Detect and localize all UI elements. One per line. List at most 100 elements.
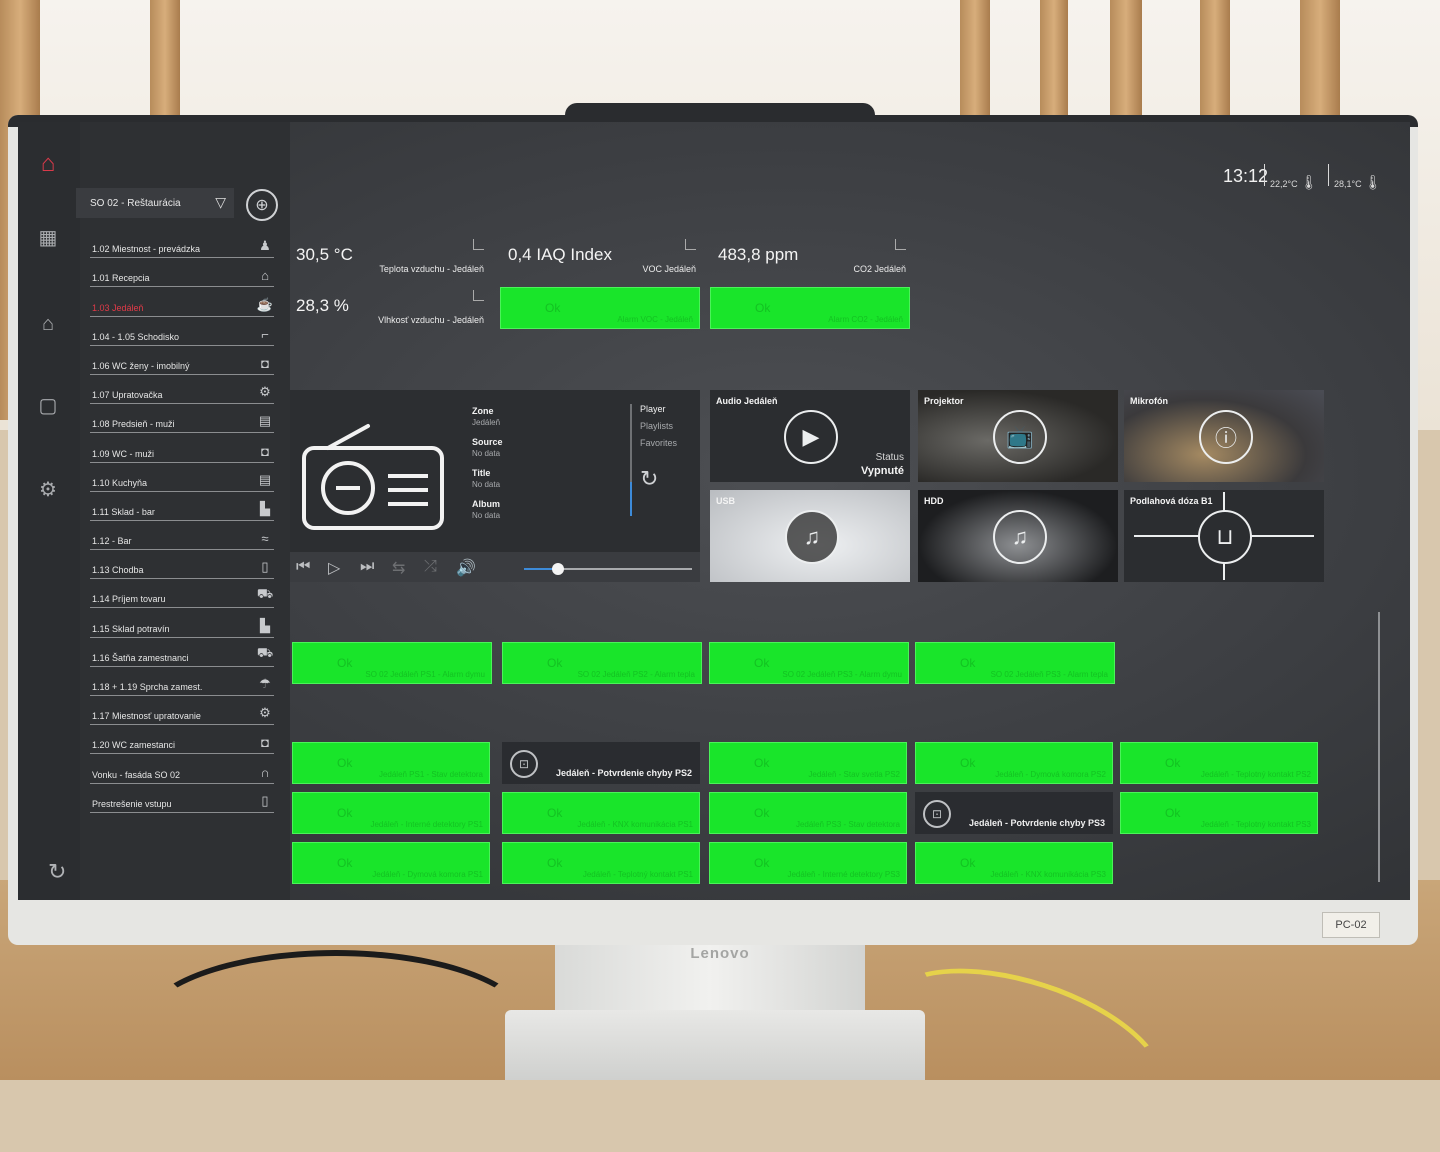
wc-icon: ◘ bbox=[261, 443, 269, 459]
sidebar-item-room[interactable]: 1.12 - Bar ≈ bbox=[90, 521, 274, 551]
menu-scroll-indicator bbox=[630, 482, 632, 516]
sidebar-item-room[interactable]: 1.20 WC zamestanci ◘ bbox=[90, 725, 274, 755]
sidebar-item-room[interactable]: 1.10 Kuchyňa ▤ bbox=[90, 463, 274, 492]
alarm-tile[interactable]: Ok Jedáleň PS3 - Stav detektora bbox=[709, 792, 907, 834]
sidebar-item-room[interactable]: 1.06 WC ženy - imobilný ◘ bbox=[90, 346, 274, 375]
album-value: No data bbox=[472, 511, 501, 520]
alarm-tile[interactable]: ⊡ Jedáleň - Potvrdenie chyby PS2 bbox=[502, 742, 700, 784]
menu-player[interactable]: Player bbox=[640, 404, 666, 414]
sidebar-item-room[interactable]: 1.11 Sklad - bar ▙ bbox=[90, 492, 274, 521]
sidebar-item-label: 1.18 + 1.19 Sprcha zamest. bbox=[92, 682, 203, 692]
alarm-tile[interactable]: Ok Jedáleň - Teplotný kontakt PS1 bbox=[502, 842, 700, 884]
tile-label: Jedáleň - KNX komunikácia PS3 bbox=[990, 870, 1106, 879]
dining-icon: ☕ bbox=[256, 296, 274, 312]
tile-label: Jedáleň - Potvrdenie chyby PS3 bbox=[968, 818, 1105, 828]
zone-select[interactable]: SO 02 - Reštaurácia ▽ bbox=[76, 188, 234, 218]
alarm-tile[interactable]: Ok Jedáleň - KNX komunikácia PS3 bbox=[915, 842, 1113, 884]
tile-state: Ok bbox=[337, 806, 353, 820]
sidebar-item-label: 1.17 Miestnosť upratovanie bbox=[92, 711, 201, 722]
repeat-icon[interactable]: ⇆ bbox=[392, 558, 405, 578]
grid-icon[interactable]: ▦ bbox=[36, 226, 60, 250]
tile-label: Jedáleň - Teplotný kontakt PS2 bbox=[1200, 770, 1311, 779]
sensor-value: 30,5 °C bbox=[296, 245, 353, 264]
alarm-tile[interactable]: Ok Jedáleň - KNX komunikácia PS1 bbox=[502, 792, 700, 834]
sensor-value: 0,4 IAQ Index bbox=[508, 245, 612, 264]
card-floor-box[interactable]: Podlahová dóza B1 ⊔ bbox=[1124, 490, 1324, 582]
alarm-voc-tile[interactable]: Ok Alarm VOC - Jedáleň bbox=[500, 287, 700, 329]
sidebar-item-label: 1.04 - 1.05 Schodisko bbox=[92, 331, 180, 342]
alarm-tile[interactable]: Ok Jedáleň - Interné detektory PS1 bbox=[292, 792, 490, 834]
tile-label: Jedáleň - Teplotný kontakt PS3 bbox=[1200, 820, 1311, 829]
sidebar-item-room[interactable]: 1.16 Šatňa zamestnanci ⛟ bbox=[90, 638, 274, 667]
play-icon[interactable]: ▷ bbox=[328, 558, 340, 578]
asset-label: PC-02 bbox=[1322, 912, 1380, 938]
sidebar-item-room[interactable]: 1.08 Predsieň - muži ▤ bbox=[90, 404, 274, 434]
card-usb[interactable]: USB ♫ bbox=[710, 490, 910, 582]
alarm-tile[interactable]: Ok Jedáleň - Teplotný kontakt PS2 bbox=[1120, 742, 1318, 784]
volume-icon[interactable]: 🔊 bbox=[456, 558, 476, 578]
sidebar-item-room[interactable]: 1.14 Príjem tovaru ⛟ bbox=[90, 579, 274, 609]
kitchen-icon: ▤ bbox=[258, 471, 272, 487]
sidebar-item-room[interactable]: 1.15 Sklad potravín ▙ bbox=[90, 608, 274, 638]
alarm-tile[interactable]: Ok SO 02 Jedáleň PS3 - Alarm dymu bbox=[709, 642, 909, 684]
alarm-tile[interactable]: Ok Jedáleň - Stav svetla PS2 bbox=[709, 742, 907, 784]
alarm-tile[interactable]: Ok Jedáleň - Dymová komora PS1 bbox=[292, 842, 490, 884]
globe-button[interactable]: ⊕ bbox=[246, 189, 278, 221]
card-label: Podlahová dóza B1 bbox=[1130, 496, 1213, 506]
menu-favorites[interactable]: Favorites bbox=[640, 438, 677, 448]
sidebar-item-room[interactable]: 1.03 Jedáleň ☕ bbox=[90, 287, 274, 317]
sidebar-item-label: 1.20 WC zamestanci bbox=[92, 740, 176, 751]
sensor-temperature[interactable]: 30,5 °C Teplota vzduchu - Jedáleň bbox=[290, 237, 490, 277]
cleaning-icon: ⚙ bbox=[259, 384, 271, 400]
sidebar-item-room[interactable]: 1.04 - 1.05 Schodisko ⌐ bbox=[90, 317, 274, 346]
tile-state: Ok bbox=[547, 656, 563, 670]
alarm-tile[interactable]: Ok SO 02 Jedáleň PS2 - Alarm tepla bbox=[502, 642, 702, 684]
alarm-tile[interactable]: Ok Jedáleň PS1 - Stav detektora bbox=[292, 742, 490, 784]
sidebar-item-room[interactable]: 1.09 WC - muži ◘ bbox=[90, 433, 274, 463]
sensor-voc[interactable]: 0,4 IAQ Index VOC Jedáleň bbox=[502, 237, 702, 277]
bell-icon: ⌂ bbox=[261, 268, 269, 284]
card-projector[interactable]: Projektor 📺 bbox=[918, 390, 1118, 482]
tile-label: Jedáleň - Teplotný kontakt PS1 bbox=[582, 870, 693, 879]
sensor-value: 28,3 % bbox=[296, 296, 349, 315]
previous-icon[interactable]: ⏮ bbox=[296, 558, 310, 576]
sensor-humidity[interactable]: 28,3 % Vlhkosť vzduchu - Jedáleň bbox=[290, 288, 490, 328]
shuffle-icon[interactable]: ⤮ bbox=[424, 558, 437, 576]
scrollbar[interactable] bbox=[1378, 612, 1380, 882]
sidebar-item-room[interactable]: 1.02 Miestnost - prevádzka ♟ bbox=[90, 229, 274, 259]
alarm-tile[interactable]: Ok SO 02 Jedáleň PS3 - Alarm tepla bbox=[915, 642, 1115, 684]
storage-icon: ▙ bbox=[260, 617, 270, 633]
volume-slider-handle[interactable] bbox=[551, 563, 564, 575]
tile-label: SO 02 Jedáleň PS3 - Alarm dymu bbox=[782, 670, 902, 679]
sidebar-item-room[interactable]: 1.01 Recepcia ⌂ bbox=[90, 258, 274, 288]
next-icon[interactable]: ⏭ bbox=[360, 558, 374, 576]
gear-icon[interactable]: ⚙ bbox=[36, 478, 60, 502]
home-logo-icon[interactable]: ⌂ bbox=[36, 152, 60, 176]
sidebar-item-room[interactable]: 1.13 Chodba ▯ bbox=[90, 550, 274, 580]
alarm-tile[interactable]: Ok Jedáleň - Dymová komora PS2 bbox=[915, 742, 1113, 784]
sidebar-item-room[interactable]: 1.17 Miestnosť upratovanie ⚙ bbox=[90, 696, 274, 726]
lock-icon[interactable]: ▢ bbox=[36, 394, 60, 418]
sidebar-item-room[interactable]: 1.07 Upratovačka ⚙ bbox=[90, 375, 274, 405]
sidebar-item-room[interactable]: Vonku - fasáda SO 02 ∩ bbox=[90, 754, 274, 784]
player-controls bbox=[290, 552, 700, 582]
menu-playlists[interactable]: Playlists bbox=[640, 421, 673, 431]
card-hdd[interactable]: HDD ♫ bbox=[918, 490, 1118, 582]
alarm-tile[interactable]: Ok SO 02 Jedáleň PS1 - Alarm dymu bbox=[292, 642, 492, 684]
sensor-co2[interactable]: 483,8 ppm CO2 Jedáleň bbox=[712, 237, 912, 277]
sidebar-item-label: 1.14 Príjem tovaru bbox=[92, 594, 166, 605]
alarm-co2-tile[interactable]: Ok Alarm CO2 - Jedáleň bbox=[710, 287, 910, 329]
alarm-tile[interactable]: ⊡ Jedáleň - Potvrdenie chyby PS3 bbox=[915, 792, 1113, 834]
chart-icon bbox=[895, 239, 906, 250]
refresh-icon[interactable]: ↻ bbox=[48, 859, 66, 885]
sidebar-item-room[interactable]: Prestrešenie vstupu ▯ bbox=[90, 784, 274, 813]
card-audio[interactable]: Audio Jedáleň ▶ Status Vypnuté bbox=[710, 390, 910, 482]
house-icon[interactable]: ⌂ bbox=[36, 312, 60, 336]
alarm-tile[interactable]: Ok Jedáleň - Interné detektory PS3 bbox=[709, 842, 907, 884]
card-microphone[interactable]: Mikrofón ⓘ bbox=[1124, 390, 1324, 482]
tile-label: Jedáleň PS1 - Stav detektora bbox=[378, 770, 483, 779]
sidebar-item-label: 1.11 Sklad - bar bbox=[92, 506, 155, 517]
alarm-tile[interactable]: Ok Jedáleň - Teplotný kontakt PS3 bbox=[1120, 792, 1318, 834]
radio-icon bbox=[302, 424, 444, 530]
sidebar-item-room[interactable]: 1.18 + 1.19 Sprcha zamest. ☂ bbox=[90, 667, 274, 696]
